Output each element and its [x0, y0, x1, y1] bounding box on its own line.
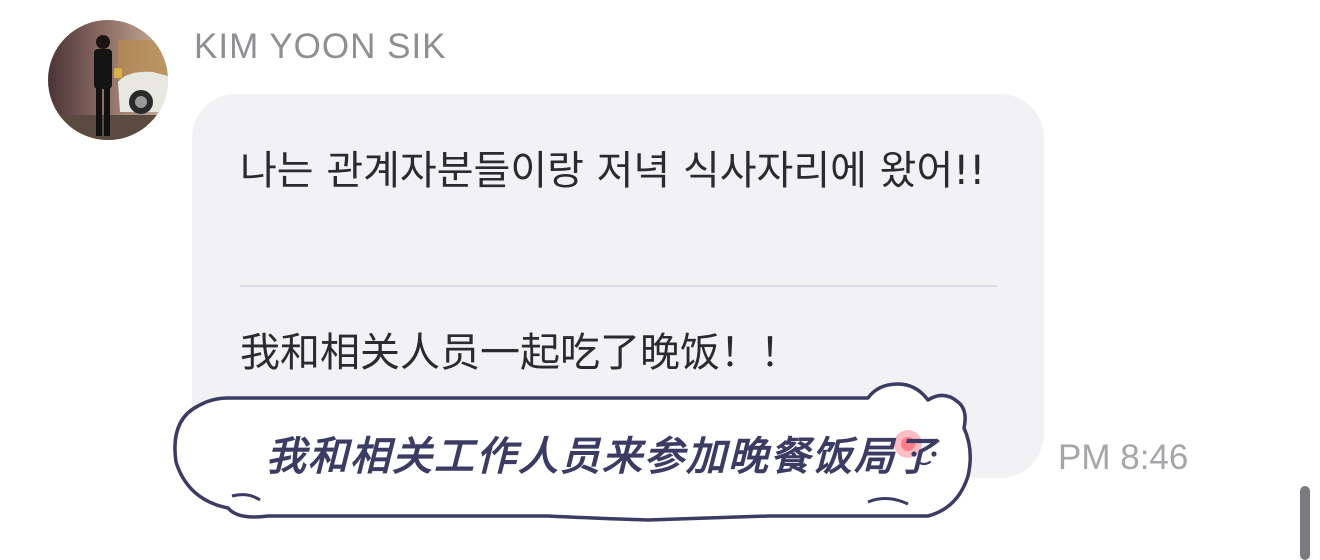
scrollbar-thumb[interactable] — [1300, 486, 1310, 560]
caption-sticker: 我和相关工作人员来参加晚餐饭局了 — [168, 380, 976, 526]
sender-name: KIM YOON SIK — [194, 27, 447, 66]
profile-photo-icon — [48, 20, 168, 140]
sticker-caption: 我和相关工作人员来参加晚餐饭局了 — [266, 434, 938, 480]
sender-avatar[interactable] — [48, 20, 168, 140]
chat-view: KIM YOON SIK 나는 관계자분들이랑 저녁 식사자리에 왔어!! 我和… — [0, 0, 1320, 560]
message-text-original: 나는 관계자분들이랑 저녁 식사자리에 왔어!! — [240, 148, 986, 194]
message-text-translation: 我和相关人员一起吃了晚饭！！ — [240, 330, 800, 376]
message-timestamp: PM 8:46 — [1058, 438, 1189, 477]
translation-divider — [240, 285, 997, 287]
